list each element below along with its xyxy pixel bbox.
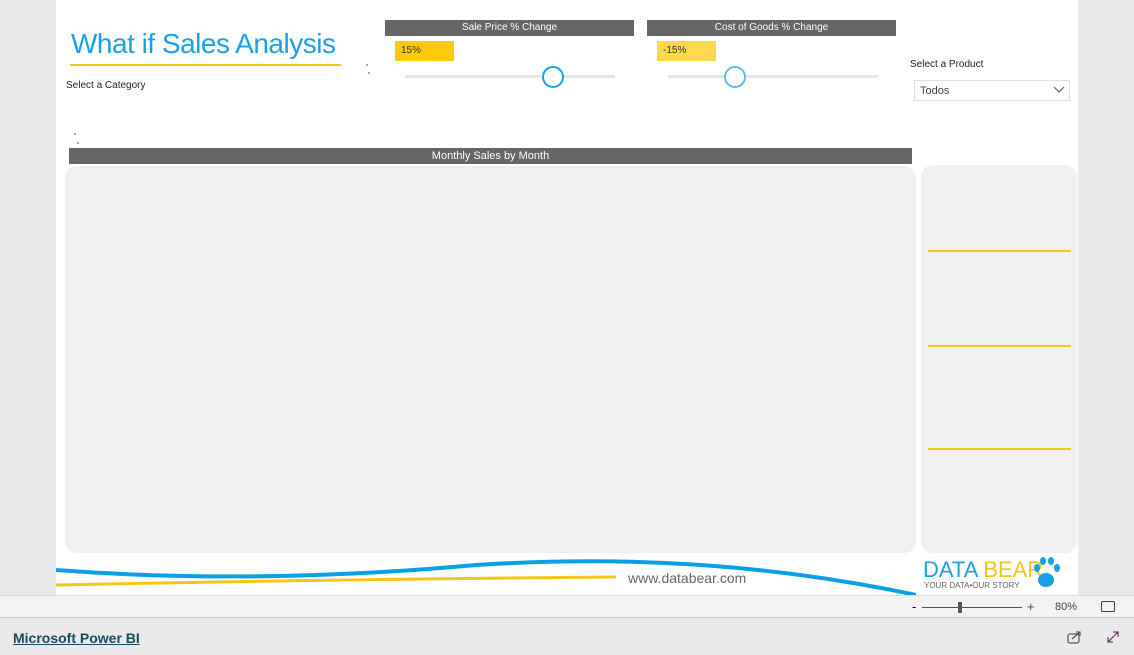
zoom-out-button[interactable]: - — [912, 599, 916, 614]
zoom-slider-thumb[interactable] — [958, 602, 962, 613]
logo-tagline: YOUR DATA•OUR STORY — [924, 581, 1020, 590]
databear-logo: DATA BEAR — [923, 558, 1043, 582]
share-icon[interactable] — [1067, 630, 1081, 644]
zoom-slider[interactable] — [922, 607, 1022, 608]
dot — [368, 72, 370, 74]
dot — [74, 133, 76, 135]
kpi-line — [928, 345, 1071, 347]
cost-of-goods-header: Cost of Goods % Change — [647, 20, 896, 36]
cost-of-goods-value[interactable]: -15% — [657, 41, 716, 61]
fit-to-page-icon[interactable] — [1101, 601, 1115, 612]
cost-of-goods-slider-thumb[interactable] — [724, 66, 746, 88]
dot — [77, 142, 79, 144]
sale-price-slider[interactable] — [405, 75, 615, 78]
app-footer: Microsoft Power BI — [0, 618, 1134, 655]
kpi-line — [928, 250, 1071, 252]
product-selected: Todos — [920, 85, 950, 97]
footer-wave — [56, 559, 916, 595]
power-bi-link[interactable]: Microsoft Power BI — [13, 630, 140, 646]
dot — [366, 64, 368, 66]
title-underline — [70, 64, 341, 66]
monthly-sales-chart — [65, 166, 916, 553]
chart-header: Monthly Sales by Month — [69, 148, 912, 164]
report-title: What if Sales Analysis — [71, 28, 336, 59]
zoom-in-button[interactable]: + — [1027, 599, 1035, 614]
chevron-down-icon — [1053, 86, 1065, 93]
sale-price-slider-thumb[interactable] — [542, 66, 564, 88]
expand-icon[interactable] — [1106, 630, 1120, 644]
product-dropdown[interactable]: Todos — [914, 80, 1070, 101]
sale-price-value[interactable]: 15% — [395, 41, 454, 61]
cost-of-goods-slider[interactable] — [668, 75, 878, 78]
footer-url: www.databear.com — [628, 570, 747, 586]
kpi-line — [928, 448, 1071, 450]
category-label: Select a Category — [66, 80, 146, 91]
kpi-panel — [921, 165, 1077, 553]
logo-text-a: DATA — [923, 557, 978, 582]
zoom-level: 80% — [1055, 601, 1078, 613]
paw-icon — [1034, 557, 1060, 587]
zoom-bar: - + 80% — [0, 595, 1134, 618]
product-label: Select a Product — [910, 59, 984, 70]
sale-price-header: Sale Price % Change — [385, 20, 634, 36]
